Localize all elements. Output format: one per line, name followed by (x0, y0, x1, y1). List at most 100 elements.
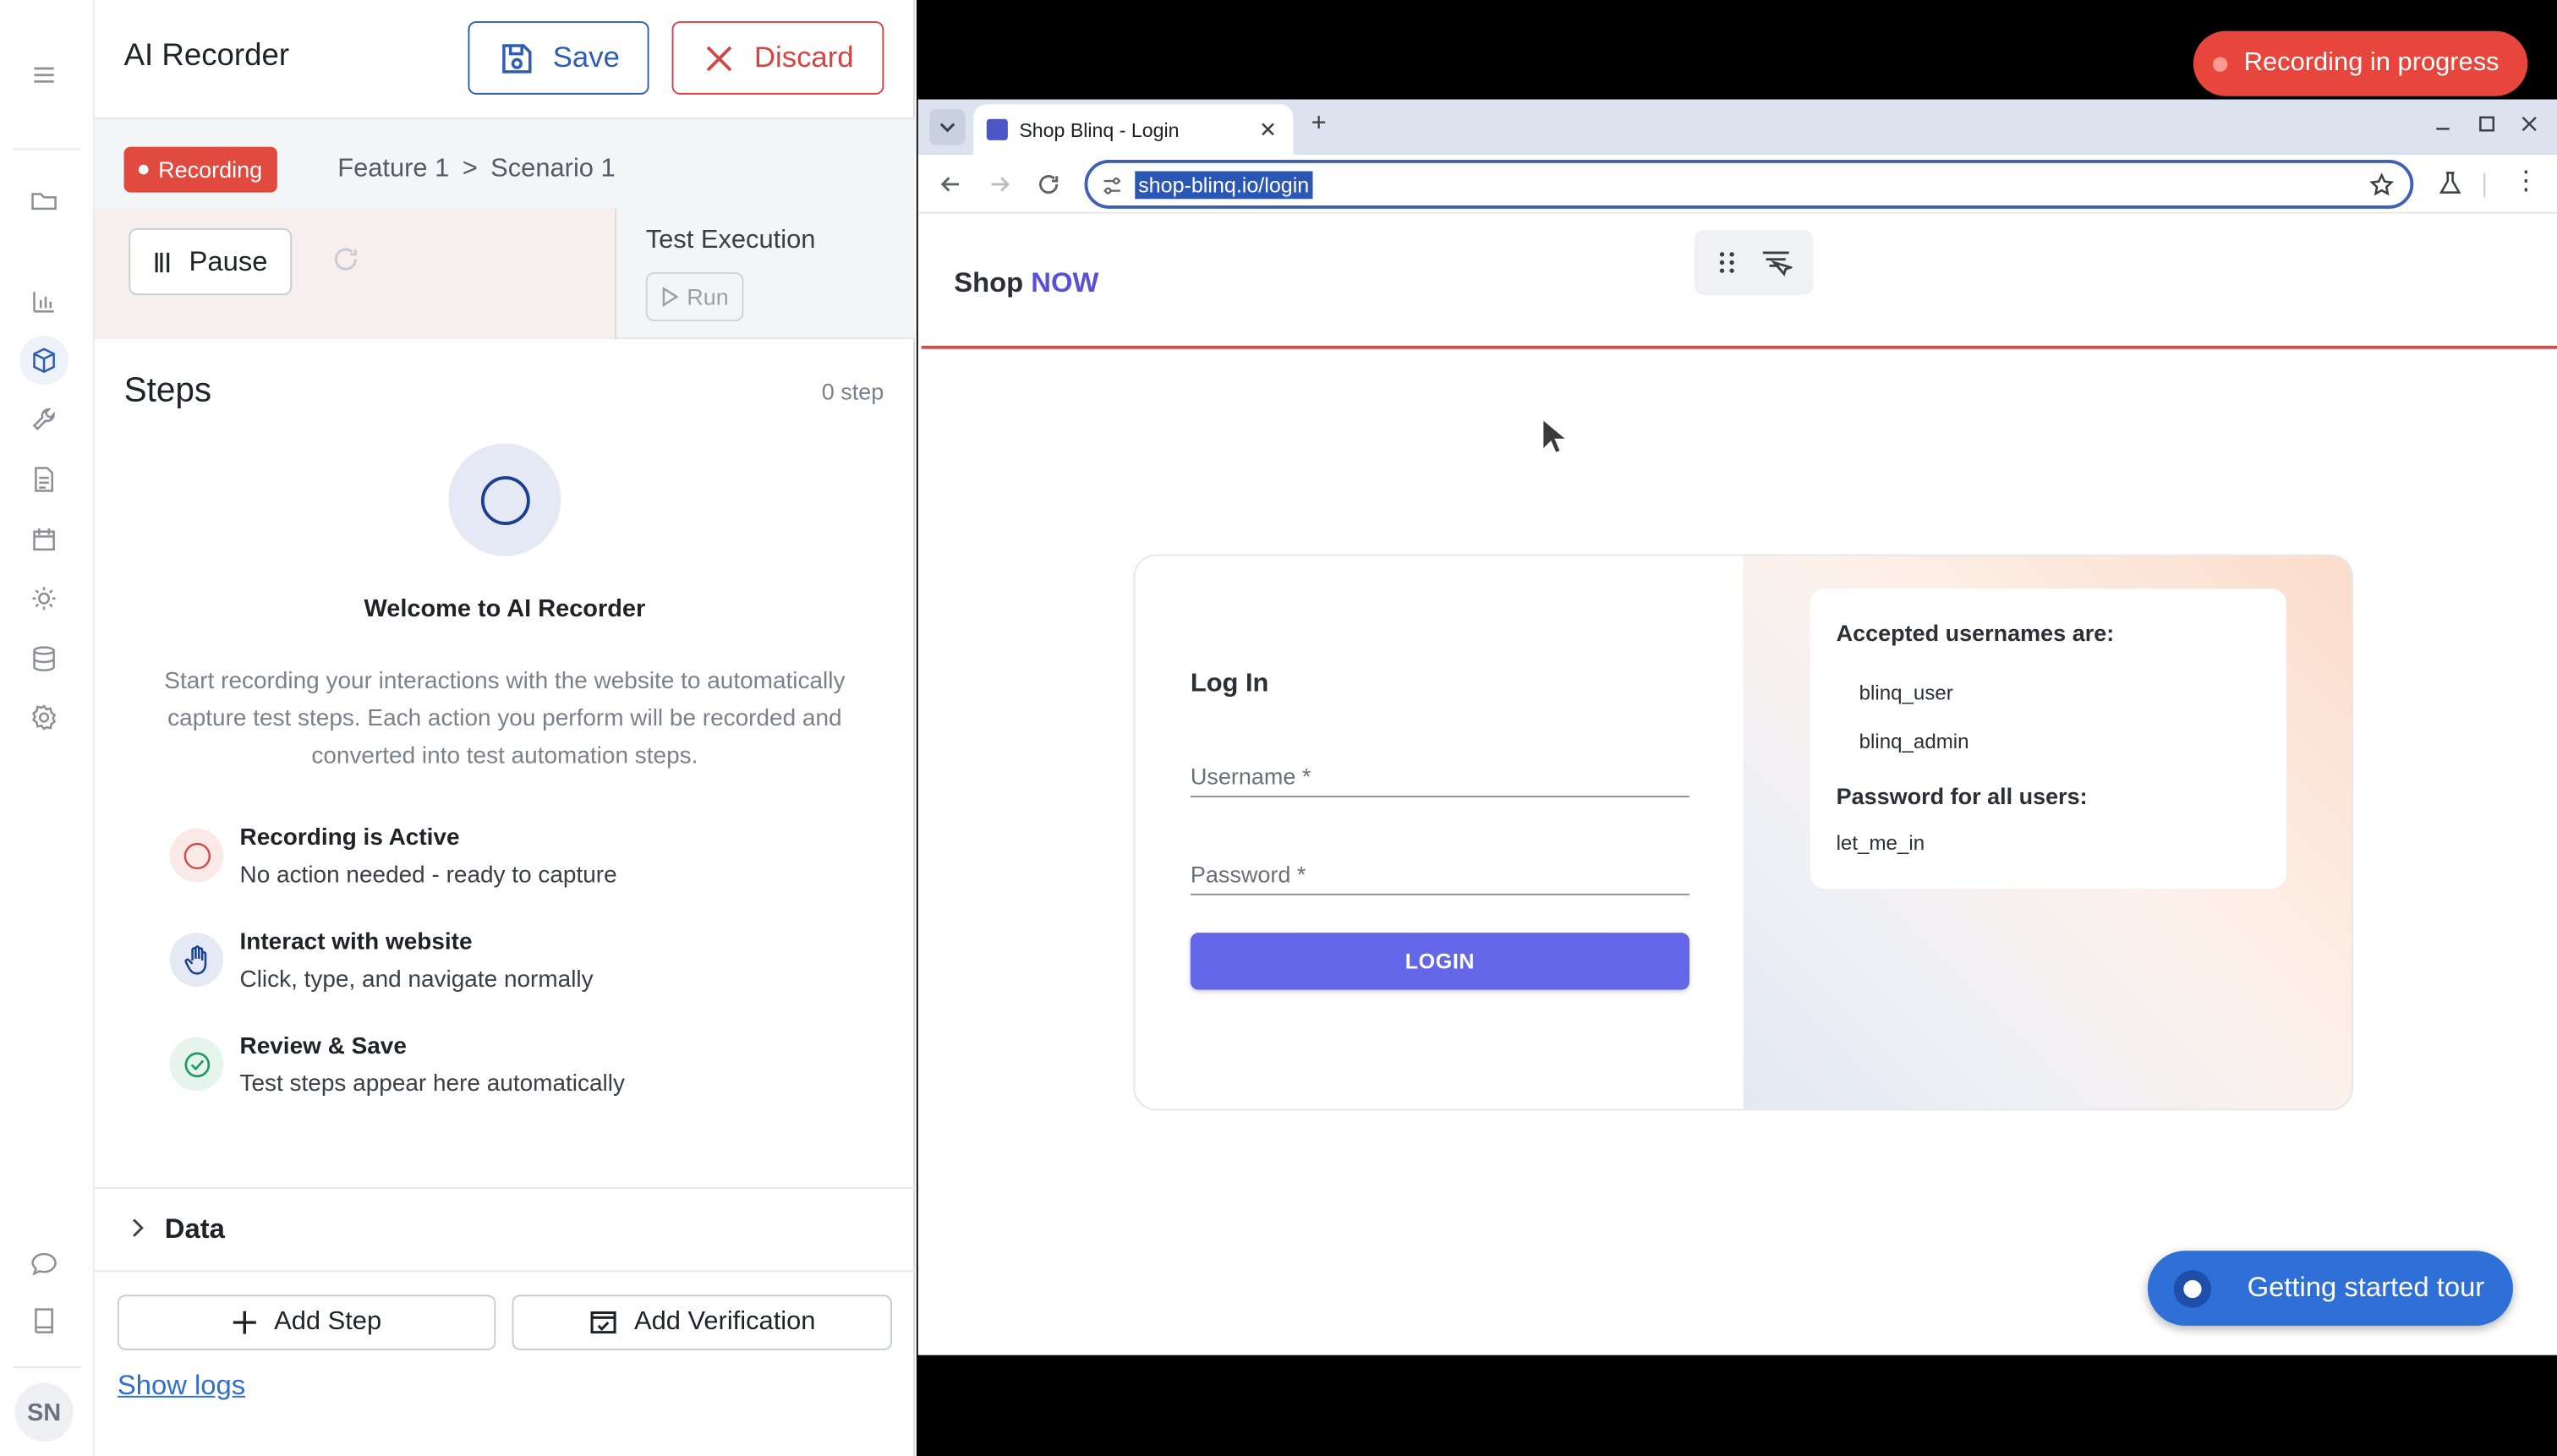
hand-icon (169, 933, 224, 987)
recording-dot-icon (2213, 56, 2228, 71)
save-button[interactable]: Save (468, 21, 649, 95)
refresh-icon[interactable] (331, 244, 360, 274)
recorder-floating-toolbar (1694, 229, 1814, 296)
run-button[interactable]: Run (645, 272, 744, 321)
tab-search-icon[interactable] (929, 109, 966, 145)
add-step-label: Add Step (274, 1307, 382, 1336)
add-step-button[interactable]: Add Step (117, 1295, 496, 1350)
avatar[interactable]: SN (14, 1382, 74, 1442)
check-circle-icon (169, 1037, 224, 1092)
breadcrumb-scenario[interactable]: Scenario 1 (490, 155, 616, 184)
tab-title: Shop Blinq - Login (1019, 118, 1180, 141)
show-logs-link[interactable]: Show logs (118, 1370, 245, 1403)
chart-icon[interactable] (28, 285, 61, 318)
getting-started-tour-button[interactable]: Getting started tour (2147, 1251, 2513, 1326)
save-icon (497, 38, 536, 77)
recorder-ring-icon (448, 443, 561, 556)
login-button[interactable]: LOGIN (1190, 933, 1689, 990)
new-tab-icon[interactable]: + (1311, 109, 1327, 139)
tab-strip: Shop Blinq - Login ✕ + (917, 99, 2557, 156)
browser-menu-icon[interactable]: ⋮ (2513, 169, 2539, 196)
pause-button-label: Pause (189, 245, 268, 276)
maximize-icon[interactable] (2476, 112, 2499, 135)
password-title: Password for all users: (1836, 782, 2088, 809)
username-label: Username * (1190, 763, 1311, 790)
username-item: blinq_admin (1859, 730, 1969, 753)
breadcrumb-feature[interactable]: Feature 1 (337, 155, 449, 184)
credentials-panel: Accepted usernames are: blinq_user blinq… (1743, 556, 2352, 1109)
mouse-cursor-icon (1541, 417, 1568, 457)
credentials-box: Accepted usernames are: blinq_user blinq… (1810, 588, 2286, 889)
logo-shop-text: Shop (954, 267, 1024, 298)
wrench-icon[interactable] (28, 404, 61, 437)
breadcrumb: Feature 1 > Scenario 1 (337, 155, 615, 184)
address-bar: shop-blinq.io/login ⋮ (917, 155, 2557, 214)
status-badge: Recording (123, 146, 277, 193)
welcome-text: Start recording your interactions with t… (164, 668, 846, 770)
test-execution-title: Test Execution (645, 227, 816, 255)
pause-button[interactable]: Pause (129, 227, 293, 296)
login-title: Log In (1190, 670, 1269, 698)
book-icon[interactable] (28, 1305, 61, 1338)
plus-icon (232, 1310, 258, 1336)
section-divider (94, 1186, 915, 1189)
password-value: let_me_in (1836, 831, 1925, 855)
status-badge-label: Recording (158, 156, 263, 183)
cube-icon[interactable] (28, 344, 61, 377)
close-window-icon[interactable] (2518, 112, 2541, 135)
username-field[interactable]: Username * (1190, 755, 1689, 798)
site-settings-icon[interactable] (1103, 176, 1122, 195)
minimize-icon[interactable] (2431, 112, 2454, 135)
welcome-title: Welcome to AI Recorder (364, 594, 646, 623)
browser-tab[interactable]: Shop Blinq - Login ✕ (973, 104, 1294, 156)
reload-icon[interactable] (1038, 172, 1060, 195)
tip-subtitle: No action needed - ready to capture (239, 862, 617, 889)
url-text: shop-blinq.io/login (1135, 171, 1313, 200)
site-viewport: Shop NOW Log In Username * Password * LO… (917, 215, 2557, 1355)
site-favicon-icon (986, 118, 1008, 140)
gear-alt-icon[interactable] (28, 582, 61, 615)
chevron-right-icon[interactable] (127, 1217, 146, 1240)
add-verification-label: Add Verification (634, 1307, 816, 1336)
bookmark-star-icon[interactable] (2369, 172, 2395, 197)
calendar-icon[interactable] (28, 523, 61, 556)
data-section-toggle[interactable]: Data (165, 1213, 225, 1246)
discard-button[interactable]: Discard (671, 21, 884, 95)
site-logo[interactable]: Shop NOW (954, 267, 1098, 300)
select-element-icon[interactable] (1760, 248, 1793, 277)
save-button-label: Save (552, 41, 620, 74)
tour-toggle-icon (2173, 1269, 2212, 1307)
password-field[interactable]: Password * (1190, 853, 1689, 895)
url-input[interactable]: shop-blinq.io/login (1084, 159, 2414, 209)
username-item: blinq_user (1859, 681, 1953, 705)
tip-title: Recording is Active (239, 824, 460, 851)
header-divider (921, 345, 2557, 349)
document-icon[interactable] (28, 463, 61, 496)
tip-title: Interact with website (239, 929, 473, 956)
menu-icon[interactable] (28, 58, 61, 91)
pause-icon (153, 250, 172, 273)
labs-flask-icon[interactable] (2438, 171, 2462, 195)
panel-title: AI Recorder (123, 39, 290, 74)
toolbar-divider (2483, 172, 2486, 198)
breadcrumb-separator: > (462, 155, 478, 183)
discard-button-label: Discard (753, 41, 854, 74)
run-button-label: Run (687, 283, 729, 310)
drag-handle-icon[interactable] (1715, 249, 1738, 276)
back-icon[interactable] (939, 172, 962, 195)
browser-window: Shop Blinq - Login ✕ + shop-blinq.io/log… (917, 99, 2557, 1355)
steps-count: 0 step (821, 378, 884, 405)
settings-icon[interactable] (28, 701, 61, 734)
record-circle-icon (169, 828, 224, 883)
steps-title: Steps (123, 371, 212, 410)
chat-icon[interactable] (28, 1247, 61, 1280)
login-card: Log In Username * Password * LOGIN Accep… (1133, 554, 2353, 1111)
database-icon[interactable] (28, 643, 61, 676)
close-tab-icon[interactable]: ✕ (1259, 118, 1277, 144)
tip-title: Review & Save (239, 1033, 407, 1060)
recording-in-progress-pill: Recording in progress (2193, 30, 2528, 96)
forward-icon[interactable] (988, 172, 1011, 195)
rail-divider (13, 148, 82, 151)
add-verification-button[interactable]: Add Verification (512, 1295, 892, 1350)
folder-icon[interactable] (28, 184, 61, 217)
